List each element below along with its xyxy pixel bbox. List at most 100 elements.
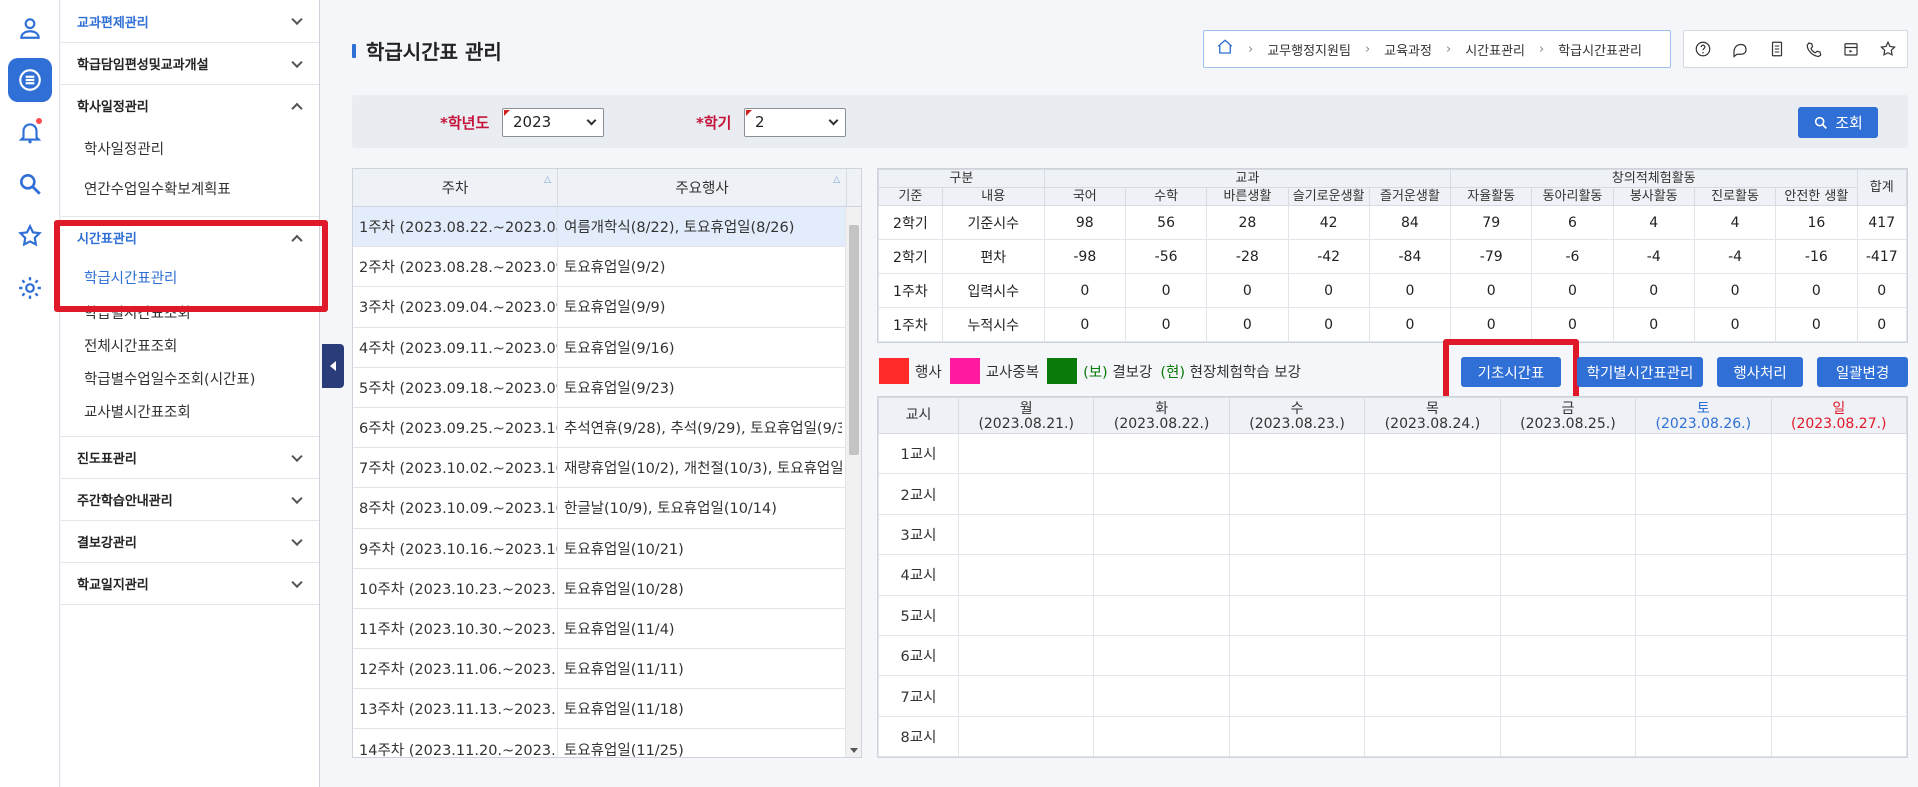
timetable-slot[interactable] — [1093, 675, 1230, 717]
menu-head-curriculum[interactable]: 교과편제관리 — [61, 0, 319, 42]
term-select[interactable]: 2 — [744, 108, 846, 137]
timetable-slot[interactable] — [1228, 432, 1366, 475]
timetable-slot[interactable] — [1364, 473, 1501, 515]
calendar-icon[interactable] — [1841, 39, 1861, 59]
week-row[interactable]: 4주차 (2023.09.11.~2023.09.16.) 토요휴업일(9/16) — [353, 327, 861, 368]
basic-timetable-button[interactable]: 기초시간표 — [1461, 357, 1561, 387]
timetable-slot[interactable] — [957, 432, 1095, 475]
menu-item-annual-plan[interactable]: 연간수업일수확보계획표 — [61, 168, 319, 208]
timetable-slot[interactable] — [1635, 473, 1772, 515]
timetable-slot[interactable] — [1770, 554, 1907, 596]
timetable-slot[interactable] — [1228, 634, 1366, 677]
timetable-slot[interactable] — [1635, 554, 1772, 596]
timetable-slot[interactable] — [1499, 554, 1637, 596]
timetable-slot[interactable] — [1635, 432, 1772, 475]
breadcrumb-item[interactable]: 학급시간표관리 — [1558, 40, 1642, 59]
phone-icon[interactable] — [1804, 39, 1824, 59]
timetable-slot[interactable] — [1499, 675, 1637, 717]
chat-icon[interactable] — [1730, 39, 1750, 59]
timetable-slot[interactable] — [1770, 432, 1907, 475]
menu-collapse-button[interactable] — [322, 344, 344, 388]
timetable-slot[interactable] — [1228, 554, 1366, 596]
week-row[interactable]: 7주차 (2023.10.02.~2023.10.07.) 재량휴업일(10/2)… — [353, 448, 861, 489]
timetable-slot[interactable] — [1499, 594, 1637, 636]
timetable-slot[interactable] — [1770, 715, 1907, 757]
timetable-slot[interactable] — [1499, 432, 1637, 475]
search-icon[interactable] — [8, 162, 52, 206]
timetable-slot[interactable] — [1770, 594, 1907, 636]
menu-head-journal[interactable]: 학교일지관리 — [61, 563, 319, 604]
timetable-slot[interactable] — [1228, 675, 1366, 717]
menu-item-teacher-timetable[interactable]: 교사별시간표조회 — [61, 395, 319, 428]
timetable-slot[interactable] — [957, 594, 1095, 636]
timetable-slot[interactable] — [1228, 473, 1366, 515]
week-row[interactable]: 5주차 (2023.09.18.~2023.09.23.) 토요휴업일(9/23) — [353, 367, 861, 408]
scrollbar[interactable] — [845, 207, 861, 757]
timetable-slot[interactable] — [1364, 715, 1501, 757]
menu-head-timetable[interactable]: 시간표관리 — [61, 217, 319, 258]
bell-icon[interactable] — [8, 110, 52, 154]
timetable-slot[interactable] — [957, 513, 1095, 556]
timetable-slot[interactable] — [957, 675, 1095, 717]
week-row[interactable]: 8주차 (2023.10.09.~2023.10.14.) 한글날(10/9), … — [353, 488, 861, 529]
timetable-slot[interactable] — [1093, 594, 1230, 636]
timetable-slot[interactable] — [1093, 473, 1230, 515]
bulk-change-button[interactable]: 일괄변경 — [1817, 357, 1908, 387]
search-button[interactable]: 조회 — [1798, 107, 1878, 138]
timetable-slot[interactable] — [1499, 634, 1637, 677]
timetable-slot[interactable] — [1364, 634, 1501, 677]
home-icon[interactable] — [1216, 38, 1234, 60]
event-process-button[interactable]: 행사처리 — [1717, 357, 1803, 387]
timetable-slot[interactable] — [957, 473, 1095, 515]
timetable-slot[interactable] — [1364, 554, 1501, 596]
timetable-slot[interactable] — [1364, 513, 1501, 556]
timetable-slot[interactable] — [1093, 715, 1230, 757]
timetable-slot[interactable] — [957, 715, 1095, 757]
timetable-slot[interactable] — [1364, 432, 1501, 475]
timetable-slot[interactable] — [1093, 432, 1230, 475]
menu-item-schedule-manage[interactable]: 학사일정관리 — [61, 128, 319, 168]
timetable-slot[interactable] — [1228, 513, 1366, 556]
timetable-slot[interactable] — [1499, 513, 1637, 556]
timetable-slot[interactable] — [1635, 513, 1772, 556]
user-icon[interactable] — [8, 6, 52, 50]
sort-icon[interactable]: △ — [544, 175, 551, 185]
gear-icon[interactable] — [8, 266, 52, 310]
timetable-slot[interactable] — [1093, 513, 1230, 556]
timetable-slot[interactable] — [1635, 594, 1772, 636]
week-row[interactable]: 2주차 (2023.08.28.~2023.09.02.) 토요휴업일(9/2) — [353, 247, 861, 288]
year-select[interactable]: 2023 — [502, 108, 604, 137]
timetable-slot[interactable] — [1093, 634, 1230, 677]
timetable-slot[interactable] — [957, 554, 1095, 596]
timetable-slot[interactable] — [1770, 634, 1907, 677]
breadcrumb-item[interactable]: 시간표관리 — [1465, 40, 1525, 59]
timetable-slot[interactable] — [1499, 473, 1637, 515]
scrollbar-thumb[interactable] — [849, 225, 859, 455]
timetable-slot[interactable] — [1635, 715, 1772, 757]
help-icon[interactable] — [1693, 39, 1713, 59]
menu-head-schedule[interactable]: 학사일정관리 — [61, 85, 319, 126]
scroll-down-arrow-icon[interactable] — [850, 748, 858, 753]
timetable-slot[interactable] — [1770, 675, 1907, 717]
timetable-slot[interactable] — [1770, 513, 1907, 556]
breadcrumb-item[interactable]: 교무행정지원팀 — [1267, 40, 1351, 59]
sort-icon[interactable]: △ — [833, 175, 840, 185]
column-header-week[interactable]: 주차 △ — [353, 169, 558, 206]
timetable-slot[interactable] — [1364, 675, 1501, 717]
menu-item-all-timetable[interactable]: 전체시간표조회 — [61, 329, 319, 362]
week-row[interactable]: 10주차 (2023.10.23.~2023.10.28.) 토요휴업일(10/2… — [353, 568, 861, 609]
timetable-slot[interactable] — [1635, 634, 1772, 677]
breadcrumb-item[interactable]: 교육과정 — [1384, 40, 1432, 59]
timetable-slot[interactable] — [957, 634, 1095, 677]
menu-item-class-timetable[interactable]: 학급시간표관리 — [61, 258, 319, 296]
week-row[interactable]: 12주차 (2023.11.06.~2023.11.11.) 토요휴업일(11/1… — [353, 649, 861, 690]
week-row[interactable]: 11주차 (2023.10.30.~2023.11.04.) 토요휴업일(11/4… — [353, 608, 861, 650]
menu-head-homeroom[interactable]: 학급담임편성및교과개설 — [61, 43, 319, 84]
menu-head-absence[interactable]: 결보강관리 — [61, 521, 319, 562]
timetable-slot[interactable] — [1499, 715, 1637, 757]
star-icon[interactable] — [8, 214, 52, 258]
menu-list-icon[interactable] — [8, 58, 52, 102]
column-header-event[interactable]: 주요행사 △ — [558, 169, 847, 206]
week-row[interactable]: 14주차 (2023.11.20.~2023.11.25.) 토요휴업일(11/2… — [353, 729, 861, 757]
menu-head-weekly[interactable]: 주간학습안내관리 — [61, 479, 319, 520]
